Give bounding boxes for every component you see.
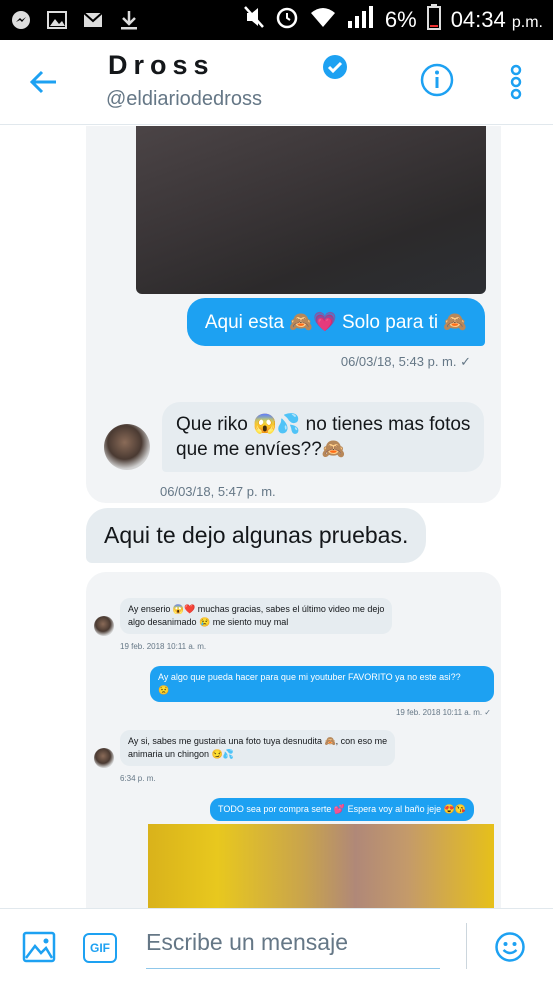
outgoing-timestamp: 06/03/18, 5:43 p. m. ✓ [340, 354, 471, 369]
message-list[interactable]: Aqui esta 🙈💗 Solo para ti 🙈 06/03/18, 5:… [0, 126, 553, 909]
incoming-bubble: Ay si, sabes me gustaria una foto tuya d… [120, 730, 396, 766]
image-message-screenshot-2[interactable]: Ay enserio 😱❤️ muchas gracias, sabes el … [86, 572, 501, 909]
gallery-icon [46, 9, 68, 31]
message-input[interactable]: Escribe un mensaje [146, 925, 440, 969]
wifi-icon [309, 6, 337, 34]
incoming-timestamp: 6:34 p. m. [120, 774, 156, 783]
status-bar: 6% 04:34 p.m. [0, 0, 553, 40]
info-icon[interactable] [419, 62, 455, 98]
incoming-text-line-1: Ay enserio 😱❤️ muchas gracias, sabes el … [128, 604, 385, 614]
back-arrow-icon[interactable] [28, 66, 60, 98]
mute-icon [243, 5, 265, 35]
alarm-icon [275, 5, 299, 35]
battery-icon [426, 4, 441, 36]
emoji-icon[interactable] [494, 931, 526, 963]
blurred-photo [136, 126, 486, 294]
contact-handle: @eldiariodedross [106, 88, 262, 110]
contact-name: Dross [108, 50, 215, 80]
incoming-timestamp: 19 feb. 2018 10:11 a. m. [120, 642, 207, 651]
gif-button[interactable]: GIF [83, 933, 117, 963]
incoming-text-line-1: Que riko 😱💦 no tienes mas fotos [176, 414, 471, 435]
outgoing-bubble: Ay algo que pueda hacer para que mi yout… [150, 666, 494, 702]
outgoing-text-line-2: 😟 [158, 685, 170, 695]
outgoing-text-line-1: Ay algo que pueda hacer para que mi yout… [158, 672, 461, 682]
incoming-text-line-2: que me envíes??🙈 [176, 439, 346, 460]
messenger-icon [10, 9, 32, 31]
divider [466, 923, 467, 969]
avatar [94, 748, 114, 768]
battery-percent: 6% [384, 7, 417, 32]
image-message-screenshot-1[interactable]: Aqui esta 🙈💗 Solo para ti 🙈 06/03/18, 5:… [86, 126, 501, 503]
mail-icon [82, 9, 104, 31]
more-options-icon[interactable] [508, 64, 524, 100]
conversation-header: Dross @eldiariodedross [0, 40, 553, 125]
gif-label: GIF [90, 941, 110, 955]
outgoing-timestamp: 19 feb. 2018 10:11 a. m. ✓ [395, 708, 491, 717]
incoming-text-line-2: algo desanimado 😢 me siento muy mal [128, 617, 289, 627]
incoming-bubble: Ay enserio 😱❤️ muchas gracias, sabes el … [120, 598, 393, 634]
image-attach-icon[interactable] [22, 931, 56, 963]
incoming-bubble: Que riko 😱💦 no tienes mas fotos que me e… [162, 402, 485, 472]
avatar [94, 616, 114, 636]
incoming-text-line-2: animaria un chingon 😏💦 [128, 749, 234, 759]
signal-icon [347, 5, 375, 35]
download-icon [118, 9, 140, 31]
message-input-placeholder: Escribe un mensaje [146, 929, 348, 955]
clock: 04:34 p.m. [450, 7, 543, 32]
avatar [104, 424, 150, 470]
received-message-bubble: Aqui te dejo algunas pruebas. [86, 508, 427, 563]
outgoing-bubble: TODO sea por compra serte 💕 Espera voy a… [210, 798, 475, 821]
incoming-timestamp: 06/03/18, 5:47 p. m. [160, 484, 276, 499]
outgoing-text: TODO sea por compra serte 💕 Espera voy a… [218, 804, 467, 814]
message-composer: GIF Escribe un mensaje [0, 908, 553, 983]
verified-badge-icon [323, 55, 347, 79]
outgoing-text: Aqui esta 🙈💗 Solo para ti 🙈 [204, 312, 467, 333]
message-text: Aqui te dejo algunas pruebas. [104, 522, 409, 548]
incoming-text-line-1: Ay si, sabes me gustaria una foto tuya d… [128, 736, 388, 746]
blurred-photo [148, 824, 494, 909]
outgoing-bubble: Aqui esta 🙈💗 Solo para ti 🙈 [186, 298, 485, 346]
